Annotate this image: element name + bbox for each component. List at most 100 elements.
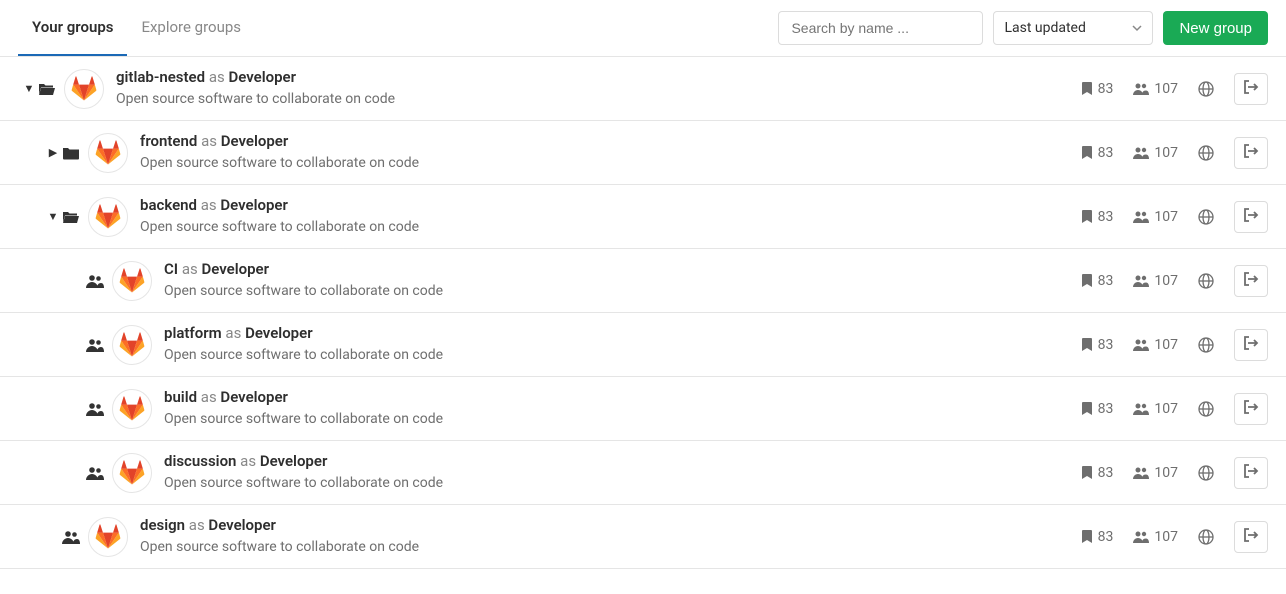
- bookmark-icon: [1081, 210, 1093, 224]
- members-icon: [1133, 402, 1149, 416]
- members-count: 107: [1154, 401, 1178, 417]
- group-description: Open source software to collaborate on c…: [164, 346, 1081, 366]
- group-info: platform as Developer Open source softwa…: [164, 323, 1081, 366]
- caret-toggle[interactable]: ▼: [22, 82, 36, 95]
- caret-toggle[interactable]: ▶: [46, 146, 60, 159]
- leave-icon: [1243, 399, 1259, 418]
- group-role: Developer: [260, 452, 328, 470]
- group-description: Open source software to collaborate on c…: [140, 218, 1081, 238]
- users-icon: [60, 530, 82, 544]
- group-info: design as Developer Open source software…: [140, 515, 1081, 558]
- members-count: 107: [1154, 529, 1178, 545]
- leave-icon: [1243, 463, 1259, 482]
- bookmarks-count: 83: [1098, 145, 1114, 161]
- bookmarks-count: 83: [1098, 209, 1114, 225]
- users-icon: [84, 466, 106, 480]
- bookmarks-count: 83: [1098, 81, 1114, 97]
- bookmarks-count: 83: [1098, 273, 1114, 289]
- members-icon: [1133, 338, 1149, 352]
- bookmark-icon: [1081, 466, 1093, 480]
- stat-members: 107: [1133, 529, 1178, 545]
- leave-group-button[interactable]: [1234, 265, 1268, 297]
- group-name-link[interactable]: CI: [164, 260, 178, 278]
- caret-toggle[interactable]: ▼: [46, 210, 60, 223]
- members-icon: [1133, 82, 1149, 96]
- group-role: Developer: [245, 324, 313, 342]
- group-row: build as Developer Open source software …: [0, 377, 1286, 441]
- group-avatar[interactable]: [112, 453, 152, 493]
- group-description: Open source software to collaborate on c…: [164, 282, 1081, 302]
- group-name-link[interactable]: gitlab-nested: [116, 68, 205, 86]
- stat-bookmarks: 83: [1081, 145, 1114, 161]
- group-avatar[interactable]: [64, 69, 104, 109]
- stat-members: 107: [1133, 273, 1178, 289]
- visibility-public-icon: [1198, 401, 1214, 417]
- members-count: 107: [1154, 145, 1178, 161]
- bookmark-icon: [1081, 402, 1093, 416]
- leave-icon: [1243, 271, 1259, 290]
- members-icon: [1133, 466, 1149, 480]
- visibility-public-icon: [1198, 273, 1214, 289]
- leave-group-button[interactable]: [1234, 201, 1268, 233]
- leave-icon: [1243, 207, 1259, 226]
- tabs: Your groups Explore groups: [18, 0, 255, 56]
- bookmarks-count: 83: [1098, 465, 1114, 481]
- group-role: Developer: [221, 132, 289, 150]
- bookmark-icon: [1081, 338, 1093, 352]
- group-name-link[interactable]: discussion: [164, 452, 236, 470]
- new-group-button[interactable]: New group: [1163, 11, 1268, 45]
- tab-your-groups[interactable]: Your groups: [18, 0, 127, 56]
- tab-explore-groups[interactable]: Explore groups: [127, 0, 255, 56]
- members-icon: [1133, 146, 1149, 160]
- group-row: CI as Developer Open source software to …: [0, 249, 1286, 313]
- group-name-link[interactable]: platform: [164, 324, 222, 342]
- group-info: backend as Developer Open source softwar…: [140, 195, 1081, 238]
- leave-group-button[interactable]: [1234, 457, 1268, 489]
- group-avatar[interactable]: [112, 389, 152, 429]
- as-text: as: [201, 388, 217, 406]
- folder-open-icon: [36, 82, 58, 96]
- group-role: Developer: [202, 260, 270, 278]
- group-avatar[interactable]: [88, 197, 128, 237]
- stat-members: 107: [1133, 337, 1178, 353]
- group-info: build as Developer Open source software …: [164, 387, 1081, 430]
- group-row: platform as Developer Open source softwa…: [0, 313, 1286, 377]
- users-icon: [84, 338, 106, 352]
- leave-group-button[interactable]: [1234, 393, 1268, 425]
- stat-bookmarks: 83: [1081, 401, 1114, 417]
- visibility-public-icon: [1198, 145, 1214, 161]
- members-count: 107: [1154, 337, 1178, 353]
- group-row: discussion as Developer Open source soft…: [0, 441, 1286, 505]
- leave-group-button[interactable]: [1234, 137, 1268, 169]
- group-avatar[interactable]: [112, 325, 152, 365]
- leave-icon: [1243, 527, 1259, 546]
- as-text: as: [201, 132, 217, 150]
- bookmarks-count: 83: [1098, 337, 1114, 353]
- group-avatar[interactable]: [88, 133, 128, 173]
- members-count: 107: [1154, 81, 1178, 97]
- bookmark-icon: [1081, 146, 1093, 160]
- as-text: as: [225, 324, 241, 342]
- leave-group-button[interactable]: [1234, 329, 1268, 361]
- visibility-public-icon: [1198, 529, 1214, 545]
- leave-group-button[interactable]: [1234, 521, 1268, 553]
- members-count: 107: [1154, 273, 1178, 289]
- leave-group-button[interactable]: [1234, 73, 1268, 105]
- sort-select[interactable]: Last updated: [993, 11, 1153, 45]
- group-name-link[interactable]: backend: [140, 196, 197, 214]
- group-info: CI as Developer Open source software to …: [164, 259, 1081, 302]
- group-avatar[interactable]: [112, 261, 152, 301]
- group-name-link[interactable]: frontend: [140, 132, 197, 150]
- group-row: ▼ backend as Developer Open source softw…: [0, 185, 1286, 249]
- group-role: Developer: [228, 68, 296, 86]
- group-avatar[interactable]: [88, 517, 128, 557]
- group-name-link[interactable]: build: [164, 388, 197, 406]
- group-name-link[interactable]: design: [140, 516, 185, 534]
- members-icon: [1133, 274, 1149, 288]
- stat-members: 107: [1133, 145, 1178, 161]
- group-role: Developer: [220, 388, 288, 406]
- stat-bookmarks: 83: [1081, 209, 1114, 225]
- group-row: ▶ frontend as Developer Open source soft…: [0, 121, 1286, 185]
- search-input[interactable]: [778, 11, 983, 45]
- as-text: as: [189, 516, 205, 534]
